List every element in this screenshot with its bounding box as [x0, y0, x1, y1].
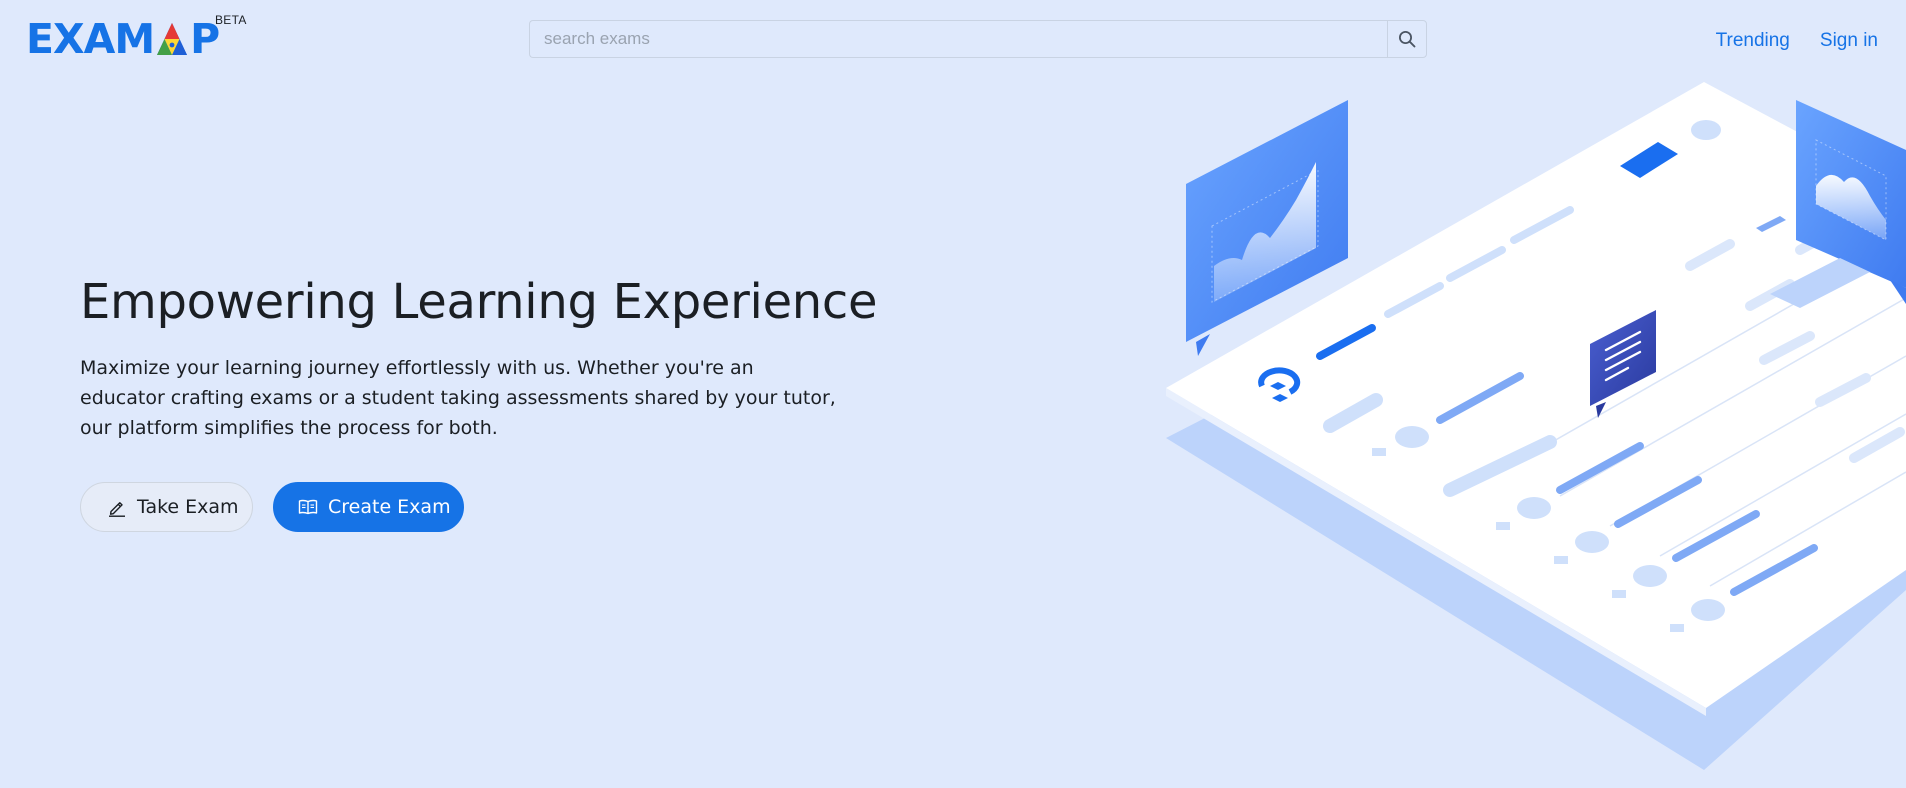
take-exam-button[interactable]: Take Exam [80, 482, 253, 532]
nav-sign-in-link[interactable]: Sign in [1820, 30, 1878, 52]
create-exam-label: Create Exam [328, 496, 451, 518]
hero-description: Maximize your learning journey effortles… [80, 357, 836, 439]
logo-wordmark: EXAM P [26, 15, 220, 63]
pencil-icon [107, 497, 127, 517]
nav-trending-link[interactable]: Trending [1716, 30, 1790, 52]
search-bar [529, 20, 1427, 58]
hero-title: Empowering Learning Experience [80, 274, 878, 330]
dashboard-illustration [1166, 82, 1906, 770]
logo-triangle-icon [157, 23, 188, 55]
beta-badge: BETA [215, 13, 247, 27]
search-icon [1399, 31, 1416, 48]
create-exam-button[interactable]: Create Exam [273, 482, 464, 532]
search-button[interactable] [1387, 20, 1427, 58]
search-input[interactable] [529, 20, 1387, 58]
open-book-icon [298, 497, 318, 517]
logo[interactable]: EXAM P [26, 15, 220, 63]
top-nav: Trending Sign in [1716, 30, 1878, 52]
take-exam-label: Take Exam [137, 496, 239, 518]
